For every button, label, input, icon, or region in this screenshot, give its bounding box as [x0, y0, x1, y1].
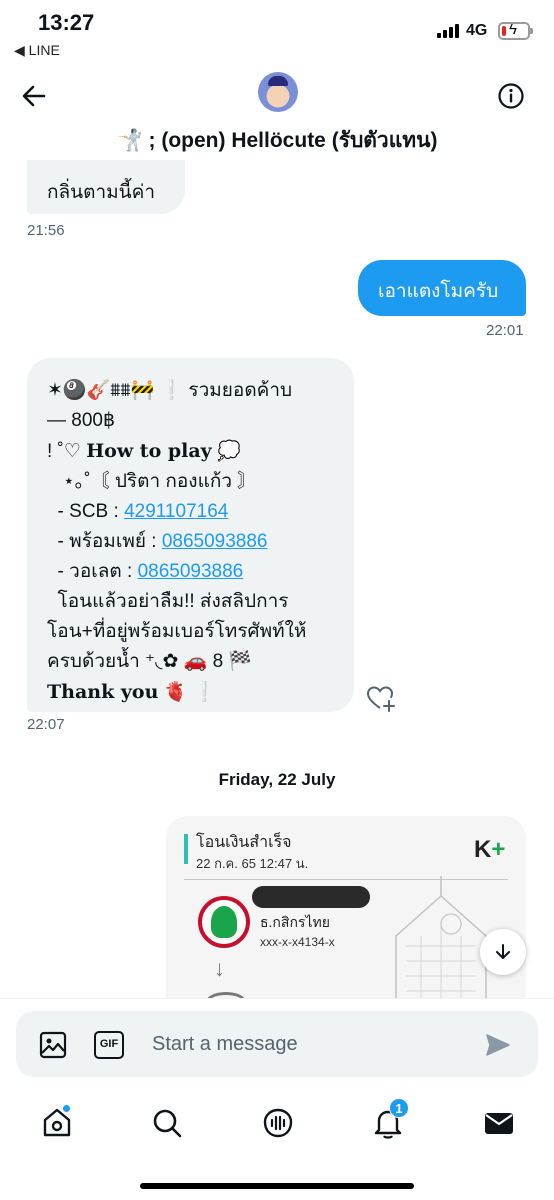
signal-icon	[437, 24, 461, 38]
message-text: 💭	[211, 441, 241, 462]
message-line: Thank you 🫀 ❕	[47, 677, 342, 708]
battery-level	[502, 26, 506, 36]
back-to-app-link[interactable]: ◀ LINE	[14, 42, 60, 59]
message-line: ✶🎱🎸⩩⩩🚧 ❕ รวมยอดค้าบ	[47, 380, 293, 401]
message-text: - วอเลต :	[47, 561, 138, 582]
date-divider: Friday, 22 July	[218, 770, 336, 789]
network-label: 4G	[466, 22, 488, 39]
message-text: เอาแตงโมครับ	[378, 281, 499, 302]
transfer-slip-image[interactable]: โอนเงินสำเร็จ 22 ก.ค. 65 12:47 น. K+ ธ.ก…	[166, 816, 526, 1000]
slip-title: โอนเงินสำเร็จ	[196, 834, 292, 851]
message-text: กลิ่นตามนี้ค่า	[47, 182, 156, 203]
nav-search[interactable]	[150, 1106, 184, 1140]
message-text: 🫀 ❕	[158, 682, 217, 703]
home-indicator	[140, 1183, 414, 1189]
new-content-dot	[62, 1104, 71, 1113]
message-input[interactable]	[152, 1027, 472, 1061]
conversation-header: 🤺 ; (open) Hellöcute (รับตัวแทน)	[0, 64, 554, 162]
arrow-down-icon	[496, 944, 510, 959]
status-time: 13:27	[38, 10, 95, 35]
slip-accent-bar	[184, 834, 188, 864]
message-line: โอน+ที่อยู่พร้อมเบอร์โทรศัพท์ให้	[47, 621, 307, 642]
send-icon[interactable]	[484, 1031, 512, 1059]
message-line: - วอเลต : 0865093886	[47, 557, 342, 587]
back-arrow-icon[interactable]	[20, 82, 48, 110]
wallet-phone-link[interactable]: 0865093886	[138, 561, 244, 582]
message-timestamp: 21:56	[27, 222, 65, 239]
message-line: — 800฿	[47, 410, 116, 431]
gif-icon[interactable]: GIF	[94, 1031, 124, 1059]
message-bubble-incoming[interactable]: กลิ่นตามนี้ค่า	[27, 160, 185, 214]
message-composer: GIF	[16, 1011, 538, 1077]
message-line: ! ˚♡ How to play 💭	[47, 436, 342, 467]
nav-spaces[interactable]	[261, 1106, 295, 1140]
kplus-logo-k: K	[474, 836, 492, 863]
slip-datetime: 22 ก.ค. 65 12:47 น.	[196, 856, 309, 871]
message-line: โอนแล้วอย่าลืม!! ส่งสลิปการ	[47, 591, 289, 612]
message-line: ⋆｡˚〘 ปริตา กองแก้ว 〙	[47, 471, 257, 492]
notification-count-badge: 1	[389, 1098, 409, 1118]
nav-messages[interactable]	[482, 1106, 516, 1140]
message-text: - พร้อมเพย์ :	[47, 531, 162, 552]
battery-icon: ϟ	[498, 21, 533, 40]
spaces-icon	[263, 1108, 293, 1138]
message-timestamp: 22:01	[486, 322, 524, 339]
search-icon	[153, 1109, 182, 1138]
avatar[interactable]	[258, 72, 298, 112]
scb-account-link[interactable]: 4291107164	[124, 501, 228, 522]
envelope-icon	[485, 1113, 513, 1134]
scroll-to-bottom-button[interactable]	[480, 929, 526, 975]
message-text: ! ˚♡	[47, 441, 87, 462]
message-timestamp: 22:07	[27, 716, 65, 733]
add-reaction-icon[interactable]	[366, 684, 396, 714]
promptpay-phone-link[interactable]: 0865093886	[162, 531, 268, 552]
message-line: - พร้อมเพย์ : 0865093886	[47, 527, 342, 557]
message-bubble-outgoing[interactable]: เอาแตงโมครับ	[358, 260, 526, 316]
message-bubble-incoming[interactable]: ✶🎱🎸⩩⩩🚧 ❕ รวมยอดค้าบ — 800฿ ! ˚♡ How to p…	[27, 358, 354, 712]
slip-account-number: xxx-x-x4134-x	[260, 935, 335, 949]
masked-sender-name	[252, 886, 370, 908]
kplus-logo: K+	[474, 836, 505, 864]
message-text: Thank you	[47, 681, 159, 703]
message-line: ครบด้วยน้ำ ⁺◟✿ 🚗 8 🏁	[47, 651, 253, 672]
media-icon[interactable]	[38, 1030, 68, 1060]
slip-bank-name: ธ.กสิกรไทย	[260, 914, 330, 930]
message-composer-bar: GIF	[0, 998, 554, 1088]
charging-bolt-icon: ϟ	[509, 21, 517, 38]
info-icon[interactable]	[497, 82, 525, 110]
conversation-title: 🤺 ; (open) Hellöcute (รับตัวแทน)	[116, 129, 438, 152]
kplus-logo-plus: +	[491, 836, 506, 863]
slip-divider	[184, 879, 508, 880]
nav-notifications[interactable]: 1	[371, 1098, 409, 1140]
down-arrow-icon: ↓	[214, 956, 225, 981]
message-text: - SCB :	[47, 501, 125, 522]
nav-home[interactable]	[40, 1104, 74, 1140]
kbank-logo-icon	[198, 896, 250, 948]
status-bar: 13:27 ◀ LINE 4G ϟ	[0, 0, 554, 64]
message-line: - SCB : 4291107164	[47, 497, 342, 527]
message-text: How to play	[86, 440, 212, 462]
